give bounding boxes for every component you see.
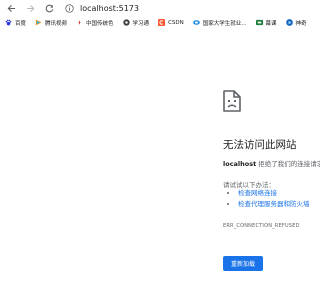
browser-toolbar: localhost:5173 <box>0 0 320 17</box>
reload-page-button[interactable]: 重新加载 <box>223 256 263 271</box>
back-button[interactable] <box>5 3 17 15</box>
suggestion-list: 检查网络连接 检查代理服务器和防火墙 <box>230 188 310 210</box>
error-description: localhost 拒绝了我们的连接请求。 <box>223 158 320 168</box>
error-title: 无法访问此网站 <box>223 139 297 151</box>
info-icon[interactable] <box>64 4 74 14</box>
suggestion-check-network[interactable]: 检查网络连接 <box>238 188 310 199</box>
bookmarks-bar: 百度 腾讯视频 中国传统色 学习通 CSDN 国家大学生就业... 幕课 神奇 <box>0 17 320 28</box>
tencent-video-icon <box>35 19 42 26</box>
bookmark-label: 国家大学生就业... <box>202 20 247 27</box>
traditional-color-icon <box>78 20 81 25</box>
bookmark-traditional-color[interactable]: 中国传统色 <box>76 19 114 27</box>
bookmark-label: 幕课 <box>265 20 277 27</box>
baidu-paw-icon <box>5 19 12 26</box>
bookmark-job-service[interactable]: 国家大学生就业... <box>192 19 247 27</box>
bookmark-label: 百度 <box>15 20 27 27</box>
url-text[interactable]: localhost:5173 <box>80 4 139 13</box>
forward-button[interactable] <box>24 3 36 15</box>
bookmark-shenqi[interactable]: 神奇 <box>285 19 307 27</box>
bookmark-label: 学习通 <box>132 20 150 27</box>
bookmark-mooc[interactable]: 幕课 <box>255 19 277 27</box>
sad-document-icon <box>223 90 241 112</box>
bookmark-label: 腾讯视频 <box>45 20 68 27</box>
bookmark-xuexitong[interactable]: 学习通 <box>122 19 150 27</box>
job-service-icon <box>192 20 200 25</box>
xuexitong-icon <box>122 19 130 26</box>
bookmark-label: 中国传统色 <box>86 20 114 27</box>
arrow-left-icon <box>7 4 15 13</box>
reload-icon <box>45 4 53 13</box>
error-host: localhost <box>223 160 257 168</box>
address-bar[interactable]: localhost:5173 <box>64 2 320 16</box>
bookmark-label: CSDN <box>168 19 184 26</box>
shenqi-icon <box>285 19 293 26</box>
bookmark-label: 神奇 <box>295 20 307 27</box>
bookmark-csdn[interactable]: CSDN <box>158 19 184 26</box>
error-icon-wrap <box>223 90 320 112</box>
bookmark-tencent-video[interactable]: 腾讯视频 <box>35 19 67 27</box>
error-code: ERR_CONNECTION_REFUSED <box>223 223 300 229</box>
suggestion-check-proxy-firewall[interactable]: 检查代理服务器和防火墙 <box>238 199 310 210</box>
bookmark-baidu[interactable]: 百度 <box>5 19 26 27</box>
mooc-icon <box>255 19 263 26</box>
arrow-right-icon <box>26 4 34 13</box>
reload-button[interactable] <box>43 3 55 15</box>
error-description-text: 拒绝了我们的连接请求。 <box>258 160 320 168</box>
csdn-icon <box>158 19 166 26</box>
